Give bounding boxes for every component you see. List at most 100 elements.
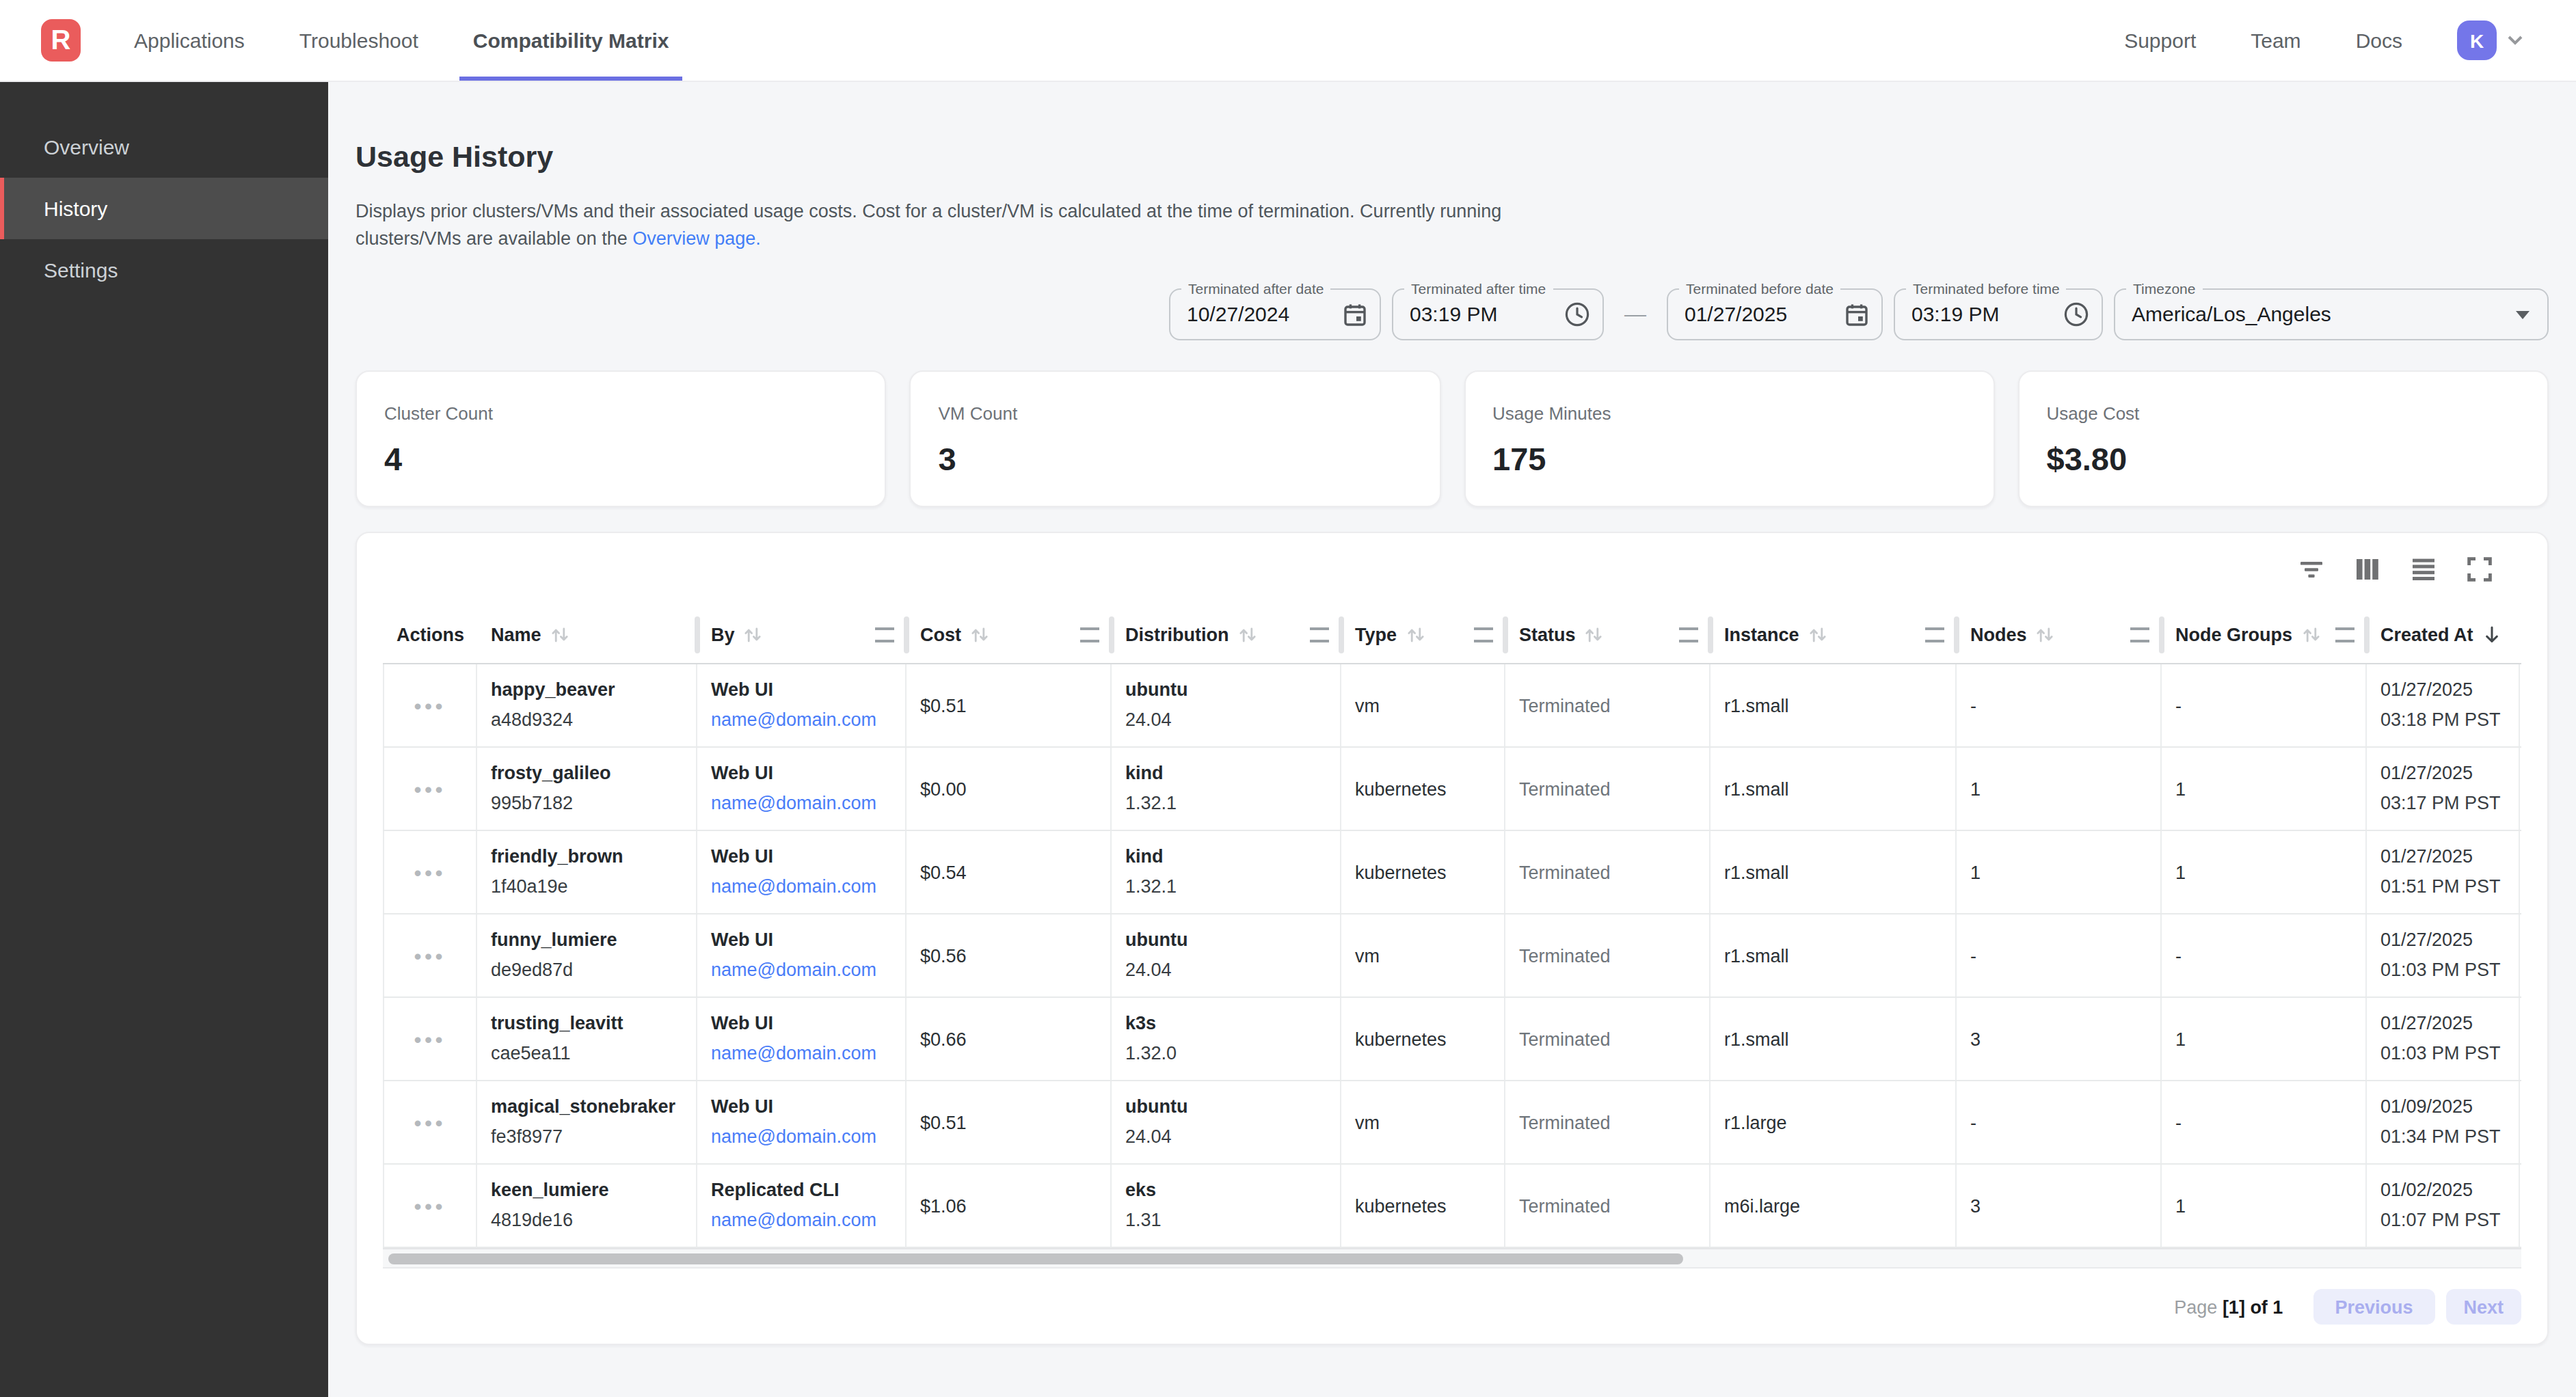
sort-icon[interactable]: [1809, 625, 1827, 643]
previous-page-button[interactable]: Previous: [2313, 1289, 2434, 1325]
cell-actions: •••: [383, 1081, 477, 1163]
sort-icon[interactable]: [744, 625, 762, 643]
filter-icon[interactable]: [2297, 556, 2324, 583]
email-link[interactable]: name@domain.com: [711, 709, 876, 729]
overview-page-link[interactable]: Overview page.: [632, 228, 761, 248]
row-actions-button[interactable]: •••: [414, 1194, 446, 1217]
email-link[interactable]: name@domain.com: [711, 1042, 876, 1063]
table-row: •••happy_beavera48d9324Web UIname@domain…: [383, 664, 2521, 748]
clock-icon[interactable]: [2063, 301, 2089, 327]
cell-line1: kind: [1125, 842, 1340, 871]
sidebar-item-settings[interactable]: Settings: [0, 239, 328, 301]
sort-icon[interactable]: [2037, 625, 2054, 643]
nav-tab-troubleshoot[interactable]: Troubleshoot: [286, 0, 432, 81]
cell-line1: 01/02/2025: [2380, 1176, 2519, 1205]
chevron-down-icon[interactable]: [2506, 34, 2524, 46]
email-link[interactable]: name@domain.com: [711, 876, 876, 896]
column-header-name[interactable]: Name: [477, 606, 697, 663]
app-logo[interactable]: R: [41, 19, 81, 62]
filter-field-terminated-before-time[interactable]: Terminated before time03:19 PM: [1894, 288, 2103, 340]
sort-icon[interactable]: [551, 625, 569, 643]
row-actions-button[interactable]: •••: [414, 860, 446, 884]
description-line1: Displays prior clusters/VMs and their as…: [355, 201, 1501, 221]
email-link[interactable]: name@domain.com: [711, 959, 876, 979]
sort-icon[interactable]: [1585, 625, 1603, 643]
email-link[interactable]: name@domain.com: [711, 1126, 876, 1146]
row-actions-button[interactable]: •••: [414, 1111, 446, 1134]
filter-field-terminated-after-time[interactable]: Terminated after time03:19 PM: [1392, 288, 1604, 340]
row-actions-button[interactable]: •••: [414, 944, 446, 967]
column-header-node_groups[interactable]: Node Groups: [2162, 606, 2367, 663]
row-actions-button[interactable]: •••: [414, 777, 446, 800]
description-line2: clusters/VMs are available on the: [355, 228, 632, 248]
table-row: •••magical_stonebrakerfe3f8977Web UIname…: [383, 1081, 2521, 1165]
column-header-by[interactable]: By: [697, 606, 907, 663]
column-menu-icon[interactable]: [2130, 627, 2149, 642]
clock-icon[interactable]: [1564, 301, 1590, 327]
cell-actions: •••: [383, 831, 477, 913]
cell-line2: 24.04: [1125, 955, 1340, 984]
cell-actions: •••: [383, 748, 477, 830]
sort-icon[interactable]: [971, 625, 989, 643]
column-header-status[interactable]: Status: [1505, 606, 1710, 663]
column-header-created_at[interactable]: Created At: [2367, 606, 2520, 663]
stat-label: Usage Cost: [2047, 403, 2548, 424]
columns-icon[interactable]: [2353, 556, 2380, 583]
column-menu-icon[interactable]: [1474, 627, 1493, 642]
scrollbar-thumb[interactable]: [388, 1253, 1683, 1264]
column-header-instance[interactable]: Instance: [1710, 606, 1957, 663]
density-icon[interactable]: [2409, 556, 2437, 583]
cell-line2: 01:07 PM PST: [2380, 1205, 2519, 1234]
email-link[interactable]: name@domain.com: [711, 792, 876, 813]
column-menu-icon[interactable]: [2335, 627, 2354, 642]
row-actions-button[interactable]: •••: [414, 694, 446, 717]
sort-icon[interactable]: [1406, 625, 1424, 643]
cell-created_at: 01/27/202501:03 PM PST: [2367, 998, 2520, 1080]
user-menu[interactable]: K: [2457, 21, 2524, 60]
email-link[interactable]: name@domain.com: [711, 1209, 876, 1230]
column-menu-icon[interactable]: [875, 627, 894, 642]
column-menu-icon[interactable]: [1310, 627, 1329, 642]
fullscreen-icon[interactable]: [2465, 556, 2493, 583]
nav-link-team[interactable]: Team: [2251, 29, 2300, 52]
column-label: Instance: [1724, 624, 1799, 645]
row-actions-button[interactable]: •••: [414, 1027, 446, 1050]
table-header-row: ActionsNameByCostDistributionTypeStatusI…: [383, 606, 2521, 664]
sidebar-item-overview[interactable]: Overview: [0, 116, 328, 178]
horizontal-scrollbar[interactable]: [383, 1248, 2521, 1269]
column-header-distribution[interactable]: Distribution: [1112, 606, 1341, 663]
filter-field-timezone[interactable]: TimezoneAmerica/Los_Angeles: [2114, 288, 2549, 340]
nav-tab-compatibility-matrix[interactable]: Compatibility Matrix: [459, 0, 683, 81]
nav-link-docs[interactable]: Docs: [2356, 29, 2402, 52]
table-body: •••happy_beavera48d9324Web UIname@domain…: [383, 664, 2521, 1248]
calendar-icon[interactable]: [1843, 301, 1869, 327]
sort-desc-icon[interactable]: [2483, 625, 2501, 644]
column-menu-icon[interactable]: [1080, 627, 1099, 642]
filter-field-terminated-after-date[interactable]: Terminated after date10/27/2024: [1169, 288, 1381, 340]
next-page-button[interactable]: Next: [2445, 1289, 2521, 1325]
cell-name: frosty_galileo995b7182: [477, 748, 697, 830]
filter-field-terminated-before-date[interactable]: Terminated before date01/27/2025: [1667, 288, 1883, 340]
nav-tab-applications[interactable]: Applications: [120, 0, 258, 81]
calendar-icon[interactable]: [1341, 301, 1367, 327]
cell-line1: kind: [1125, 759, 1340, 788]
avatar[interactable]: K: [2457, 21, 2497, 60]
cell-line2: cae5ea11: [491, 1038, 696, 1068]
column-header-nodes[interactable]: Nodes: [1957, 606, 2162, 663]
column-menu-icon[interactable]: [1925, 627, 1944, 642]
cell-cost: $0.54: [907, 831, 1112, 913]
sort-icon[interactable]: [1239, 625, 1257, 643]
cell-line1: eks: [1125, 1176, 1340, 1205]
sidebar-item-history[interactable]: History: [0, 178, 328, 239]
nav-link-support[interactable]: Support: [2124, 29, 2196, 52]
cell-nodes: 1: [1957, 748, 2162, 830]
sort-icon[interactable]: [2302, 625, 2320, 643]
column-menu-icon[interactable]: [1679, 627, 1698, 642]
usage-table: ActionsNameByCostDistributionTypeStatusI…: [383, 606, 2521, 1269]
cell-nodes: -: [1957, 1081, 2162, 1163]
column-header-cost[interactable]: Cost: [907, 606, 1112, 663]
caret-down-icon[interactable]: [2509, 301, 2535, 327]
cell-line1: happy_beaver: [491, 675, 696, 705]
column-header-type[interactable]: Type: [1341, 606, 1505, 663]
cell-distribution: kind1.32.1: [1112, 831, 1341, 913]
